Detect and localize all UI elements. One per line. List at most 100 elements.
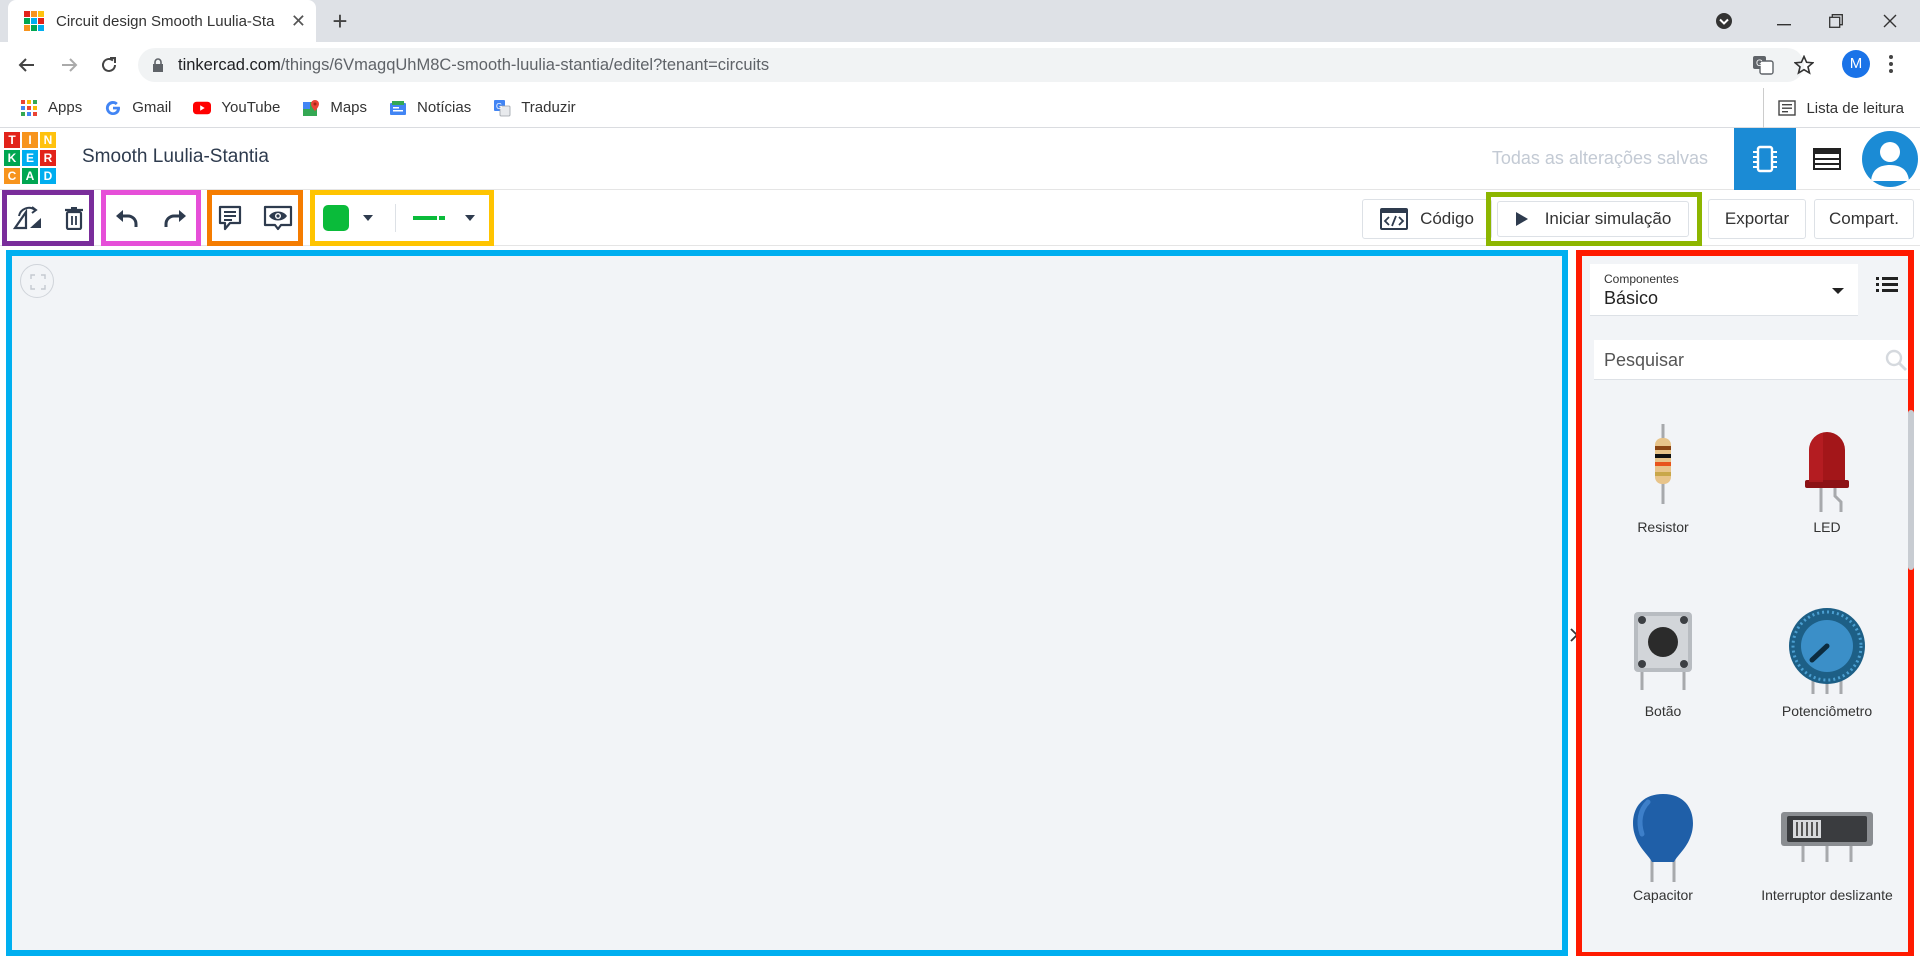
rotate-button[interactable] (8, 198, 48, 238)
lock-icon (153, 58, 163, 72)
browser-menu-button[interactable] (1888, 54, 1894, 80)
logo-letter: N (40, 132, 56, 148)
forward-button[interactable] (54, 50, 84, 80)
bookmark-gmail[interactable]: Gmail (104, 99, 171, 117)
bookmark-label: YouTube (221, 99, 281, 116)
logo-letter: T (4, 132, 20, 148)
tab-search-icon (1716, 13, 1732, 29)
reading-list-button[interactable]: Lista de leitura (1763, 88, 1904, 128)
news-icon (390, 100, 407, 115)
component-resistor[interactable]: Resistor (1588, 424, 1738, 594)
bookmark-label: Apps (48, 99, 83, 116)
wire-type-icon (413, 216, 445, 220)
translate-page-button[interactable]: G (1752, 50, 1774, 82)
component-slide-switch[interactable]: Interruptor deslizante (1752, 792, 1902, 952)
export-label: Exportar (1724, 209, 1790, 228)
kebab-menu-icon (1889, 55, 1893, 73)
component-label: Potenciômetro (1781, 703, 1873, 719)
component-potentiometer[interactable]: Potenciômetro (1752, 608, 1902, 778)
redo-button[interactable] (156, 198, 196, 238)
browser-address-row: tinkercad.com/things/6VmagqUhM8C-smooth-… (0, 42, 1920, 88)
notes-button[interactable] (210, 198, 250, 238)
tinkercad-logo[interactable]: T I N K E R C A D (4, 132, 56, 186)
bookmark-translate[interactable]: G Traduzir (493, 99, 576, 117)
bookmark-youtube[interactable]: YouTube (193, 99, 280, 117)
panel-scrollbar[interactable] (1908, 410, 1914, 570)
user-avatar[interactable] (1862, 131, 1918, 187)
search-input[interactable] (1594, 340, 1874, 380)
new-tab-button[interactable]: + (324, 5, 356, 37)
chevron-down-icon (363, 215, 373, 221)
share-button[interactable]: Compart. (1814, 199, 1914, 239)
wire-type-picker[interactable] (406, 198, 482, 238)
fit-view-button[interactable] (20, 264, 54, 298)
logo-letter: R (40, 150, 56, 166)
google-icon (106, 100, 121, 115)
notes-visibility-button[interactable] (258, 198, 298, 238)
design-title[interactable]: Smooth Luulia-Stantia (82, 146, 269, 168)
reload-button[interactable] (94, 50, 124, 80)
fit-view-icon (30, 274, 46, 290)
component-category-dropdown[interactable]: Componentes Básico (1590, 264, 1858, 316)
component-label: Interruptor deslizante (1761, 887, 1893, 903)
chevron-down-icon (465, 215, 475, 221)
code-label: Código (1420, 209, 1474, 228)
tab-title: Circuit design Smooth Luulia-Sta (56, 12, 275, 30)
divider (395, 204, 396, 232)
start-simulation-button[interactable]: Iniciar simulação (1497, 201, 1689, 237)
address-bar[interactable]: tinkercad.com/things/6VmagqUhM8C-smooth-… (138, 48, 1804, 82)
component-capacitor[interactable]: Capacitor (1588, 792, 1738, 952)
window-close-button[interactable] (1862, 0, 1918, 42)
component-label: Capacitor (1633, 887, 1693, 903)
back-button[interactable] (12, 50, 42, 80)
list-view-toggle[interactable] (1874, 274, 1904, 304)
slide-switch-icon (1781, 812, 1873, 862)
bookmark-label: Traduzir (521, 99, 576, 116)
components-panel: Componentes Básico Resistor LED (1576, 250, 1914, 958)
bookmark-star-button[interactable] (1793, 50, 1815, 81)
wire-color-picker[interactable] (318, 198, 378, 238)
profile-avatar[interactable]: M (1842, 50, 1870, 78)
rotate-icon (13, 206, 41, 230)
dropdown-value: Básico (1604, 288, 1659, 308)
chevron-down-icon (1832, 288, 1844, 294)
delete-button[interactable] (54, 198, 94, 238)
share-label: Compart. (1829, 209, 1899, 228)
tab-close-icon[interactable]: ✕ (291, 11, 306, 32)
bookmark-news[interactable]: Notícias (389, 99, 471, 117)
component-list-view-button[interactable] (1796, 128, 1858, 190)
save-status: Todas as alterações salvas (1491, 148, 1708, 168)
editor-toolbar: Código Iniciar simulação Exportar Compar… (0, 190, 1920, 246)
bookmark-apps[interactable]: Apps (20, 99, 82, 117)
reading-list-label: Lista de leitura (1806, 99, 1904, 117)
window-close-icon (1883, 14, 1897, 28)
wire-color-swatch (323, 205, 349, 231)
circuit-canvas[interactable] (6, 250, 1568, 956)
svg-text:G: G (1756, 58, 1763, 68)
circuit-view-button[interactable] (1734, 128, 1796, 190)
star-icon (1793, 54, 1815, 75)
bookmarks-bar: Apps Gmail YouTube Maps Notícias G Tradu… (0, 88, 1920, 128)
restore-icon (1829, 14, 1843, 28)
dropdown-caption: Componentes (1604, 272, 1679, 286)
logo-letter: K (4, 150, 20, 166)
logo-letter: D (40, 168, 56, 184)
component-led[interactable]: LED (1752, 424, 1902, 594)
browser-tab[interactable]: Circuit design Smooth Luulia-Sta ✕ (8, 0, 316, 42)
trash-icon (65, 207, 83, 230)
code-button[interactable]: Código (1362, 199, 1492, 239)
forward-arrow-icon (62, 58, 78, 72)
tab-search-button[interactable] (1696, 0, 1752, 42)
restore-button[interactable] (1808, 0, 1864, 42)
footer-strip (0, 956, 1920, 968)
play-icon (1515, 212, 1528, 226)
minimize-button[interactable] (1756, 0, 1812, 42)
component-pushbutton[interactable]: Botão (1588, 608, 1738, 778)
bookmark-maps[interactable]: Maps (302, 99, 367, 117)
undo-icon (116, 210, 138, 227)
search-icon[interactable] (1884, 348, 1908, 372)
undo-button[interactable] (106, 198, 146, 238)
component-label: Resistor (1637, 519, 1689, 535)
tinkercad-favicon-icon (24, 11, 44, 31)
export-button[interactable]: Exportar (1708, 199, 1806, 239)
